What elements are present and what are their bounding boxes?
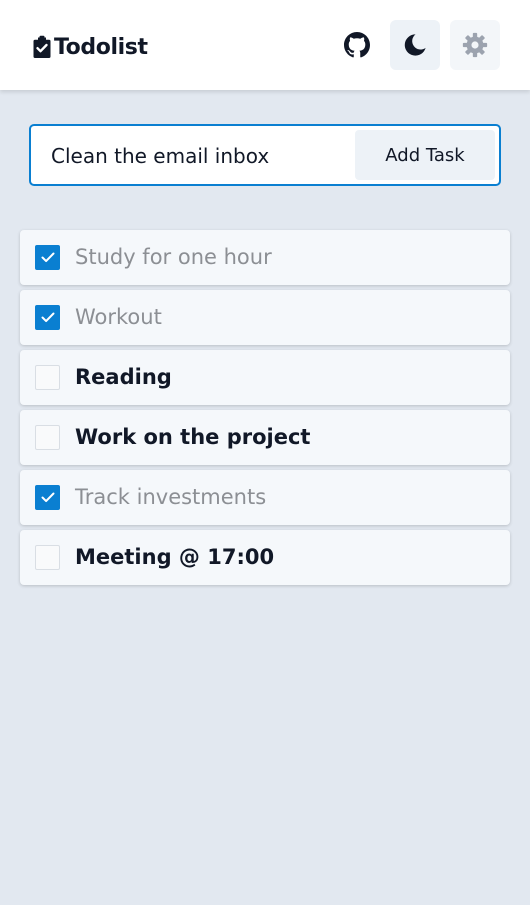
task-item[interactable]: Meeting @ 17:00 xyxy=(20,530,510,585)
gear-icon xyxy=(462,32,488,58)
app-header: Todolist xyxy=(0,0,530,90)
github-button[interactable] xyxy=(332,20,382,70)
github-icon xyxy=(344,32,370,58)
task-checkbox[interactable] xyxy=(35,485,60,510)
task-label: Track investments xyxy=(75,485,267,509)
task-item[interactable]: Work on the project xyxy=(20,410,510,465)
task-input[interactable] xyxy=(51,138,351,174)
task-label: Workout xyxy=(75,305,162,329)
task-label: Meeting @ 17:00 xyxy=(75,545,275,569)
task-item[interactable]: Track investments xyxy=(20,470,510,525)
task-checkbox[interactable] xyxy=(35,365,60,390)
task-label: Work on the project xyxy=(75,425,311,449)
app-title: Todolist xyxy=(54,34,148,60)
task-checkbox[interactable] xyxy=(35,545,60,570)
task-item[interactable]: Reading xyxy=(20,350,510,405)
check-icon xyxy=(41,252,54,263)
task-list: Study for one hour Workout Reading Work … xyxy=(20,230,510,590)
theme-toggle-button[interactable] xyxy=(390,20,440,70)
brand: Todolist xyxy=(32,32,148,62)
settings-button[interactable] xyxy=(450,20,500,70)
task-checkbox[interactable] xyxy=(35,305,60,330)
check-icon xyxy=(41,312,54,323)
task-checkbox[interactable] xyxy=(35,245,60,270)
task-label: Reading xyxy=(75,365,172,389)
add-task-form: Add Task xyxy=(29,124,501,186)
task-label: Study for one hour xyxy=(75,245,272,269)
task-item[interactable]: Study for one hour xyxy=(20,230,510,285)
check-icon xyxy=(41,492,54,503)
clipboard-check-icon xyxy=(33,35,51,58)
add-task-button[interactable]: Add Task xyxy=(355,130,495,180)
task-item[interactable]: Workout xyxy=(20,290,510,345)
moon-icon xyxy=(404,34,426,56)
task-checkbox[interactable] xyxy=(35,425,60,450)
